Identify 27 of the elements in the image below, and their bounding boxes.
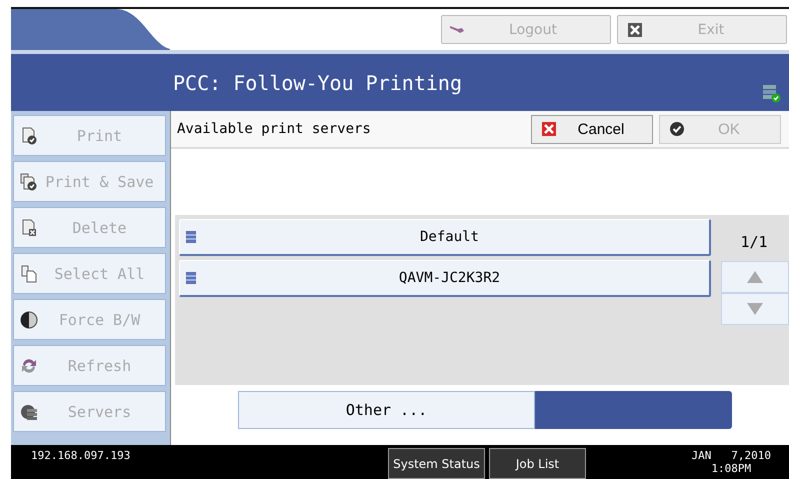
server-icon bbox=[186, 272, 196, 284]
server-item[interactable]: QAVM-JC2K3R2 bbox=[179, 260, 711, 297]
server-check-icon bbox=[761, 83, 781, 103]
copy-icon bbox=[20, 264, 38, 282]
ip-address: 192.168.097.193 bbox=[31, 449, 132, 462]
server-stack-icon bbox=[20, 402, 38, 420]
down-arrow-icon bbox=[747, 303, 763, 315]
close-icon bbox=[540, 120, 558, 138]
refresh-icon bbox=[20, 356, 38, 374]
status-button[interactable]: Job List bbox=[489, 448, 586, 479]
server-icon bbox=[186, 231, 196, 243]
half-circle-icon bbox=[20, 310, 38, 328]
documents-check-icon bbox=[20, 172, 38, 190]
document-delete-icon bbox=[20, 218, 38, 236]
server-item[interactable]: Default bbox=[179, 219, 711, 256]
close-icon bbox=[626, 20, 644, 38]
window-title: PCC: Follow-You Printing bbox=[173, 70, 462, 94]
check-icon bbox=[668, 120, 686, 138]
section-label: Available print servers bbox=[177, 121, 372, 137]
up-arrow-icon bbox=[747, 271, 763, 283]
document-check-icon bbox=[20, 126, 38, 144]
page-indicator: 1/1 bbox=[739, 233, 769, 251]
status-button[interactable]: System Status bbox=[388, 448, 485, 479]
time-label: 1:08PM bbox=[711, 462, 752, 475]
cancel-button[interactable]: Cancel bbox=[531, 114, 653, 144]
date-label: JAN 7,2010 bbox=[692, 449, 771, 462]
other-button[interactable]: Other ... bbox=[238, 391, 535, 429]
